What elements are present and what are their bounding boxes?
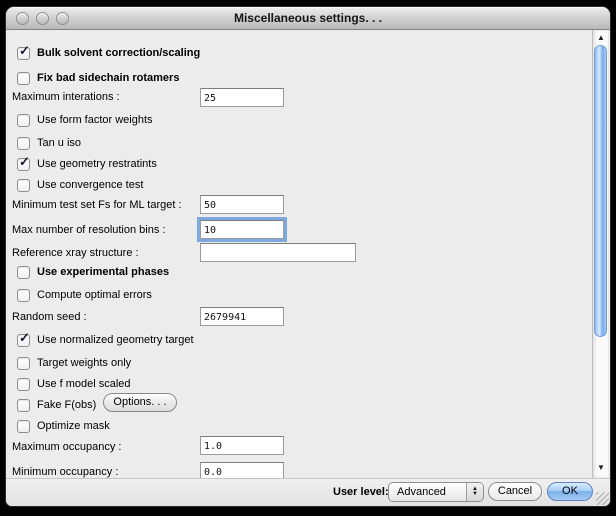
max-iterations-input[interactable]	[200, 88, 284, 107]
checkbox-fix-rotamers[interactable]	[17, 72, 30, 85]
checkbox-normalized-geometry[interactable]: ✓	[17, 334, 30, 347]
max-resolution-bins-input[interactable]	[200, 220, 284, 239]
checkbox-optimal-errors[interactable]	[17, 289, 30, 302]
title-bar[interactable]: Miscellaneous settings. . .	[6, 7, 610, 30]
checkmark-icon: ✓	[19, 331, 30, 344]
checkbox-row-geometry-restraints[interactable]: ✓ Use geometry restratints	[17, 157, 157, 171]
checkbox-row-convergence-test[interactable]: Use convergence test	[17, 178, 143, 192]
checkbox-label: Compute optimal errors	[37, 289, 152, 301]
scroll-up-icon[interactable]: ▲	[593, 32, 609, 44]
checkbox-convergence-test[interactable]	[17, 179, 30, 192]
checkbox-bulk-solvent[interactable]: ✓	[17, 47, 30, 60]
footer-bar: User level: Advanced ▲▼ Cancel OK	[6, 478, 610, 506]
checkbox-target-weights[interactable]	[17, 357, 30, 370]
dialog-window: Miscellaneous settings. . . ✓ Bulk solve…	[6, 7, 610, 506]
min-test-set-input[interactable]	[200, 195, 284, 214]
window-title: Miscellaneous settings. . .	[6, 11, 610, 25]
cancel-button[interactable]: Cancel	[488, 482, 542, 501]
checkbox-label: Use f model scaled	[37, 378, 131, 390]
ok-button[interactable]: OK	[547, 482, 593, 501]
checkbox-row-target-weights[interactable]: Target weights only	[17, 356, 131, 370]
options-button[interactable]: Options. . .	[103, 393, 177, 412]
scrollbar-thumb[interactable]	[594, 45, 607, 337]
checkbox-row-fix-rotamers[interactable]: Fix bad sidechain rotamers	[17, 71, 179, 85]
checkbox-label: Optimize mask	[37, 420, 110, 432]
checkbox-row-tan-u-iso[interactable]: Tan u iso	[17, 136, 81, 150]
checkbox-row-f-model-scaled[interactable]: Use f model scaled	[17, 377, 131, 391]
checkmark-icon: ✓	[19, 44, 30, 57]
checkbox-geometry-restraints[interactable]: ✓	[17, 158, 30, 171]
checkbox-row-experimental-phases[interactable]: Use experimental phases	[17, 265, 169, 279]
checkbox-label: Use experimental phases	[37, 266, 169, 278]
min-occupancy-input[interactable]	[200, 462, 284, 478]
checkmark-icon: ✓	[19, 155, 30, 168]
max-iterations-label: Maximum interations :	[12, 91, 120, 103]
checkbox-label: Use convergence test	[37, 179, 143, 191]
random-seed-label: Random seed :	[12, 311, 87, 323]
reference-xray-label: Reference xray structure :	[12, 247, 139, 259]
settings-panel: ✓ Bulk solvent correction/scaling Fix ba…	[6, 30, 592, 478]
checkbox-label: Use form factor weights	[37, 114, 153, 126]
checkbox-fake-fobs[interactable]	[17, 399, 30, 412]
checkbox-label: Tan u iso	[37, 137, 81, 149]
checkbox-row-optimize-mask[interactable]: Optimize mask	[17, 419, 110, 433]
checkbox-label: Bulk solvent correction/scaling	[37, 47, 200, 59]
reference-xray-input[interactable]	[200, 243, 356, 262]
user-level-label: User level:	[333, 486, 389, 498]
max-occupancy-label: Maximum occupancy :	[12, 441, 121, 453]
checkbox-label: Use geometry restratints	[37, 158, 157, 170]
checkbox-form-factor[interactable]	[17, 114, 30, 127]
checkbox-optimize-mask[interactable]	[17, 420, 30, 433]
checkbox-row-fake-fobs[interactable]: Fake F(obs)	[17, 398, 96, 412]
min-occupancy-label: Minimum occupancy :	[12, 466, 118, 478]
checkbox-row-form-factor[interactable]: Use form factor weights	[17, 113, 153, 127]
checkbox-row-bulk-solvent[interactable]: ✓ Bulk solvent correction/scaling	[17, 46, 200, 60]
resize-grip-icon[interactable]	[596, 492, 609, 505]
vertical-scrollbar[interactable]: ▲ ▼	[592, 30, 608, 478]
checkbox-label: Target weights only	[37, 357, 131, 369]
checkbox-f-model-scaled[interactable]	[17, 378, 30, 391]
checkbox-label: Fix bad sidechain rotamers	[37, 72, 179, 84]
random-seed-input[interactable]	[200, 307, 284, 326]
checkbox-label: Use normalized geometry target	[37, 334, 194, 346]
checkbox-label: Fake F(obs)	[37, 399, 96, 411]
checkbox-row-optimal-errors[interactable]: Compute optimal errors	[17, 288, 152, 302]
scroll-down-icon[interactable]: ▼	[593, 462, 609, 474]
max-occupancy-input[interactable]	[200, 436, 284, 455]
checkbox-experimental-phases[interactable]	[17, 266, 30, 279]
checkbox-tan-u-iso[interactable]	[17, 137, 30, 150]
user-level-value: Advanced	[397, 486, 446, 498]
checkbox-row-normalized-geometry[interactable]: ✓ Use normalized geometry target	[17, 333, 194, 347]
max-resolution-bins-label: Max number of resolution bins :	[12, 224, 165, 236]
chevron-up-down-icon: ▲▼	[466, 483, 483, 501]
user-level-dropdown[interactable]: Advanced ▲▼	[388, 482, 484, 502]
min-test-set-label: Minimum test set Fs for ML target :	[12, 199, 182, 211]
